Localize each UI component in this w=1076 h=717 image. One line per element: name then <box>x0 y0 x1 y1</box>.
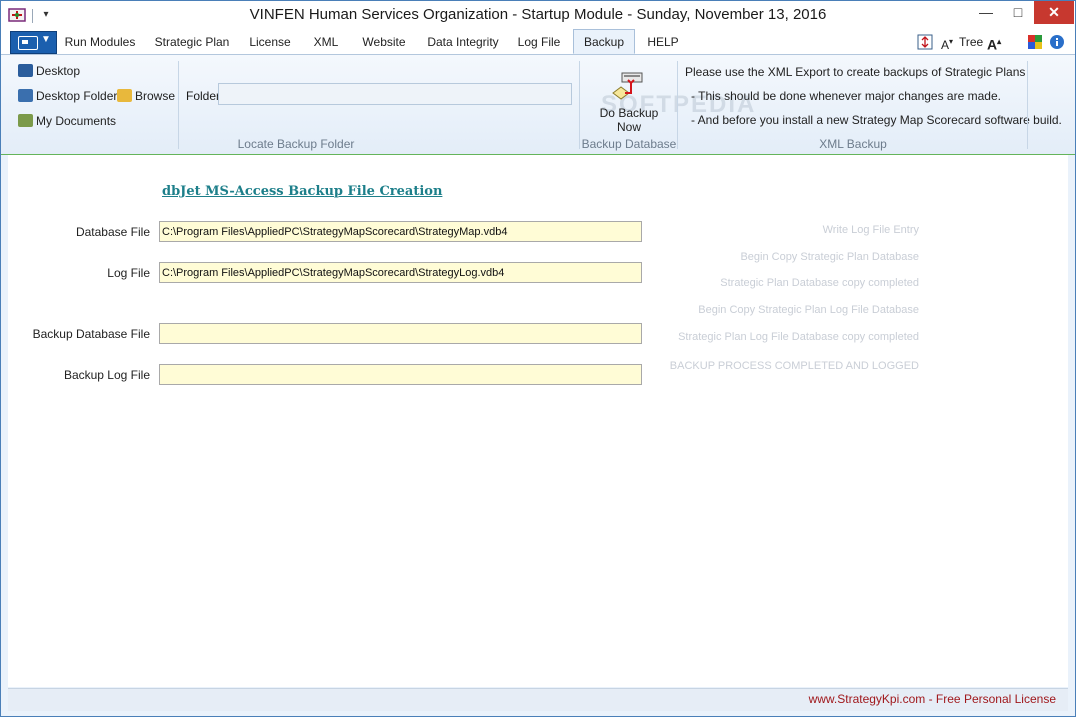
desktop-folder-icon <box>18 89 33 102</box>
browse-button[interactable]: Browse <box>117 87 175 105</box>
backup-database-icon <box>612 72 643 100</box>
status-step: BACKUP PROCESS COMPLETED AND LOGGED <box>669 360 919 372</box>
group-separator <box>1027 61 1028 149</box>
documents-icon <box>18 114 33 127</box>
database-file-label: Database File <box>75 225 150 239</box>
xml-info-line: - This should be done whenever major cha… <box>691 89 1001 103</box>
title-bar: ▾ VINFEN Human Services Organization - S… <box>1 1 1075 30</box>
status-step: Write Log File Entry <box>822 224 919 236</box>
desktop-icon <box>18 64 33 77</box>
font-decrease-icon[interactable]: A▾ <box>941 33 953 52</box>
page-title: dbJet MS-Access Backup File Creation <box>162 184 443 199</box>
maximize-button[interactable]: □ <box>1002 1 1034 24</box>
license-link[interactable]: www.StrategyKpi.com - Free Personal Lice… <box>809 692 1056 706</box>
status-step: Strategic Plan Database copy completed <box>720 277 919 289</box>
app-menu-icon <box>18 36 38 50</box>
backup-database-file-label: Backup Database File <box>32 327 150 341</box>
tree-toggle[interactable]: Tree <box>959 33 983 51</box>
tab-backup[interactable]: Backup <box>573 29 635 54</box>
close-button[interactable]: ✕ <box>1034 1 1074 24</box>
desktop-button[interactable]: Desktop <box>18 62 80 80</box>
backup-log-file-label: Backup Log File <box>63 368 150 382</box>
window-title: VINFEN Human Services Organization - Sta… <box>249 6 827 23</box>
quick-access-dropdown-icon[interactable]: ▾ <box>40 7 52 23</box>
my-documents-button[interactable]: My Documents <box>18 112 116 130</box>
locate-backup-folder-group-label: Locate Backup Folder <box>237 137 355 151</box>
font-increase-icon[interactable]: A▴ <box>987 33 1001 53</box>
backup-database-group-label: Backup Database <box>581 137 677 151</box>
log-file-field[interactable] <box>159 262 642 283</box>
info-icon[interactable] <box>1049 33 1065 51</box>
do-backup-now-label: Do Backup Now <box>599 106 659 134</box>
minimize-button[interactable]: — <box>970 1 1002 24</box>
status-step: Strategic Plan Log File Database copy co… <box>678 331 919 343</box>
group-separator <box>677 61 678 149</box>
status-bar: www.StrategyKpi.com - Free Personal Lice… <box>8 688 1068 711</box>
group-separator <box>579 61 580 149</box>
do-backup-now-button[interactable]: Do Backup Now <box>587 65 671 134</box>
xml-info-line: - And before you install a new Strategy … <box>691 113 1062 127</box>
tab-run-modules[interactable]: Run Modules <box>59 30 141 54</box>
tab-xml[interactable]: XML <box>303 30 349 54</box>
xml-backup-group-label: XML Backup <box>819 137 887 151</box>
folder-label: Folder <box>186 89 221 103</box>
tab-help[interactable]: HELP <box>641 30 685 54</box>
quick-access-separator <box>32 9 33 23</box>
color-palette-icon[interactable] <box>1027 33 1043 51</box>
backup-log-file-field[interactable] <box>159 364 642 385</box>
database-file-field[interactable] <box>159 221 642 242</box>
ribbon-panel: SOFTPEDIA Desktop Desktop Folder Browse … <box>1 55 1075 155</box>
status-step: Begin Copy Strategic Plan Database <box>740 251 919 263</box>
folder-open-icon <box>117 89 132 102</box>
application-window: ▾ VINFEN Human Services Organization - S… <box>0 0 1076 717</box>
xml-info-line: Please use the XML Export to create back… <box>685 65 1026 79</box>
log-file-label: Log File <box>107 266 150 280</box>
chevron-down-icon: ▼ <box>41 34 51 45</box>
expand-collapse-icon[interactable] <box>917 33 933 51</box>
status-step: Begin Copy Strategic Plan Log File Datab… <box>698 304 919 316</box>
application-menu-button[interactable]: ▼ <box>10 31 57 54</box>
tab-website[interactable]: Website <box>355 30 413 54</box>
folder-input[interactable] <box>218 83 572 105</box>
tab-license[interactable]: License <box>243 30 297 54</box>
desktop-folder-button[interactable]: Desktop Folder <box>18 87 117 105</box>
group-separator <box>178 61 179 149</box>
tab-strategic-plan[interactable]: Strategic Plan <box>147 30 237 54</box>
tab-data-integrity[interactable]: Data Integrity <box>421 30 505 54</box>
tab-log-file[interactable]: Log File <box>511 30 567 54</box>
backup-database-file-field[interactable] <box>159 323 642 344</box>
app-icon[interactable] <box>8 7 26 23</box>
